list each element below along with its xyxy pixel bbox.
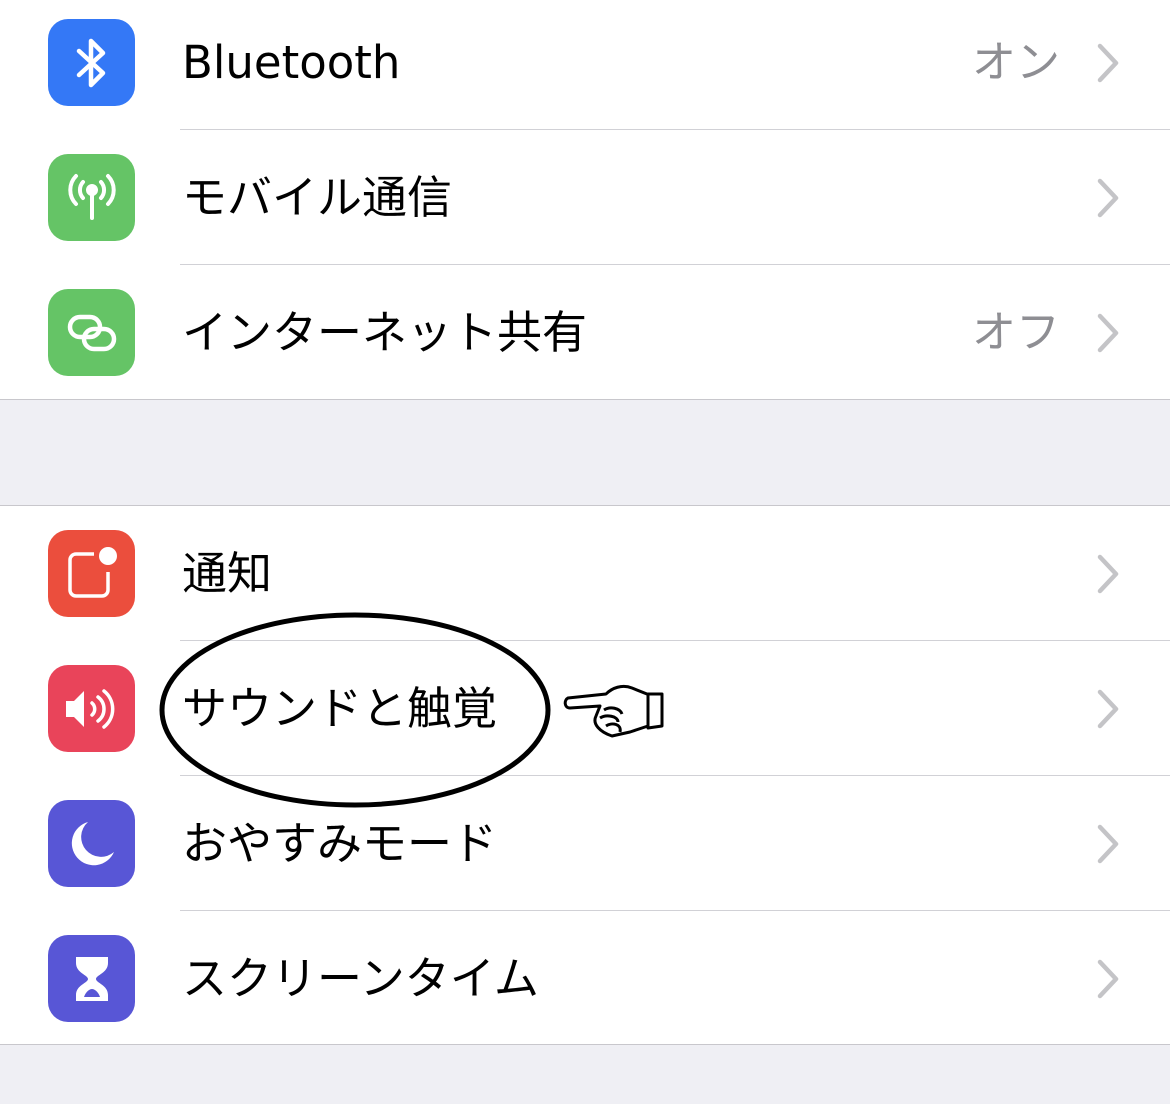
hourglass-icon xyxy=(48,935,135,1022)
moon-icon xyxy=(48,800,135,887)
row-label: 通知 xyxy=(182,547,273,600)
antenna-icon xyxy=(48,154,135,241)
chevron-right-icon xyxy=(1096,43,1120,83)
row-bluetooth[interactable]: Bluetooth オン xyxy=(0,0,1170,130)
row-label: モバイル通信 xyxy=(182,171,453,224)
row-do-not-disturb[interactable]: おやすみモード xyxy=(0,776,1170,911)
chevron-right-icon xyxy=(1096,313,1120,353)
row-notifications[interactable]: 通知 xyxy=(0,506,1170,641)
row-screen-time[interactable]: スクリーンタイム xyxy=(0,911,1170,1046)
row-sounds-haptics[interactable]: サウンドと触覚 xyxy=(0,641,1170,776)
notification-icon xyxy=(48,530,135,617)
row-label: インターネット共有 xyxy=(182,306,588,359)
chevron-right-icon xyxy=(1096,824,1120,864)
row-personal-hotspot[interactable]: インターネット共有 オフ xyxy=(0,265,1170,400)
row-label: スクリーンタイム xyxy=(182,952,539,1005)
chevron-right-icon xyxy=(1096,554,1120,594)
row-value: オフ xyxy=(972,307,1060,358)
row-value: オン xyxy=(972,37,1060,88)
notifications-section: 通知 サウンドと触覚 おやすみモード スクリーンタイム xyxy=(0,505,1170,1045)
chevron-right-icon xyxy=(1096,959,1120,999)
chevron-right-icon xyxy=(1096,689,1120,729)
row-label: サウンドと触覚 xyxy=(182,682,498,735)
row-label: おやすみモード xyxy=(182,817,498,870)
row-mobile-data[interactable]: モバイル通信 xyxy=(0,130,1170,265)
connectivity-section: Bluetooth オン モバイル通信 インターネット共有 オフ xyxy=(0,0,1170,400)
row-label: Bluetooth xyxy=(182,36,401,89)
link-icon xyxy=(48,289,135,376)
speaker-icon xyxy=(48,665,135,752)
bluetooth-icon xyxy=(48,19,135,106)
chevron-right-icon xyxy=(1096,178,1120,218)
